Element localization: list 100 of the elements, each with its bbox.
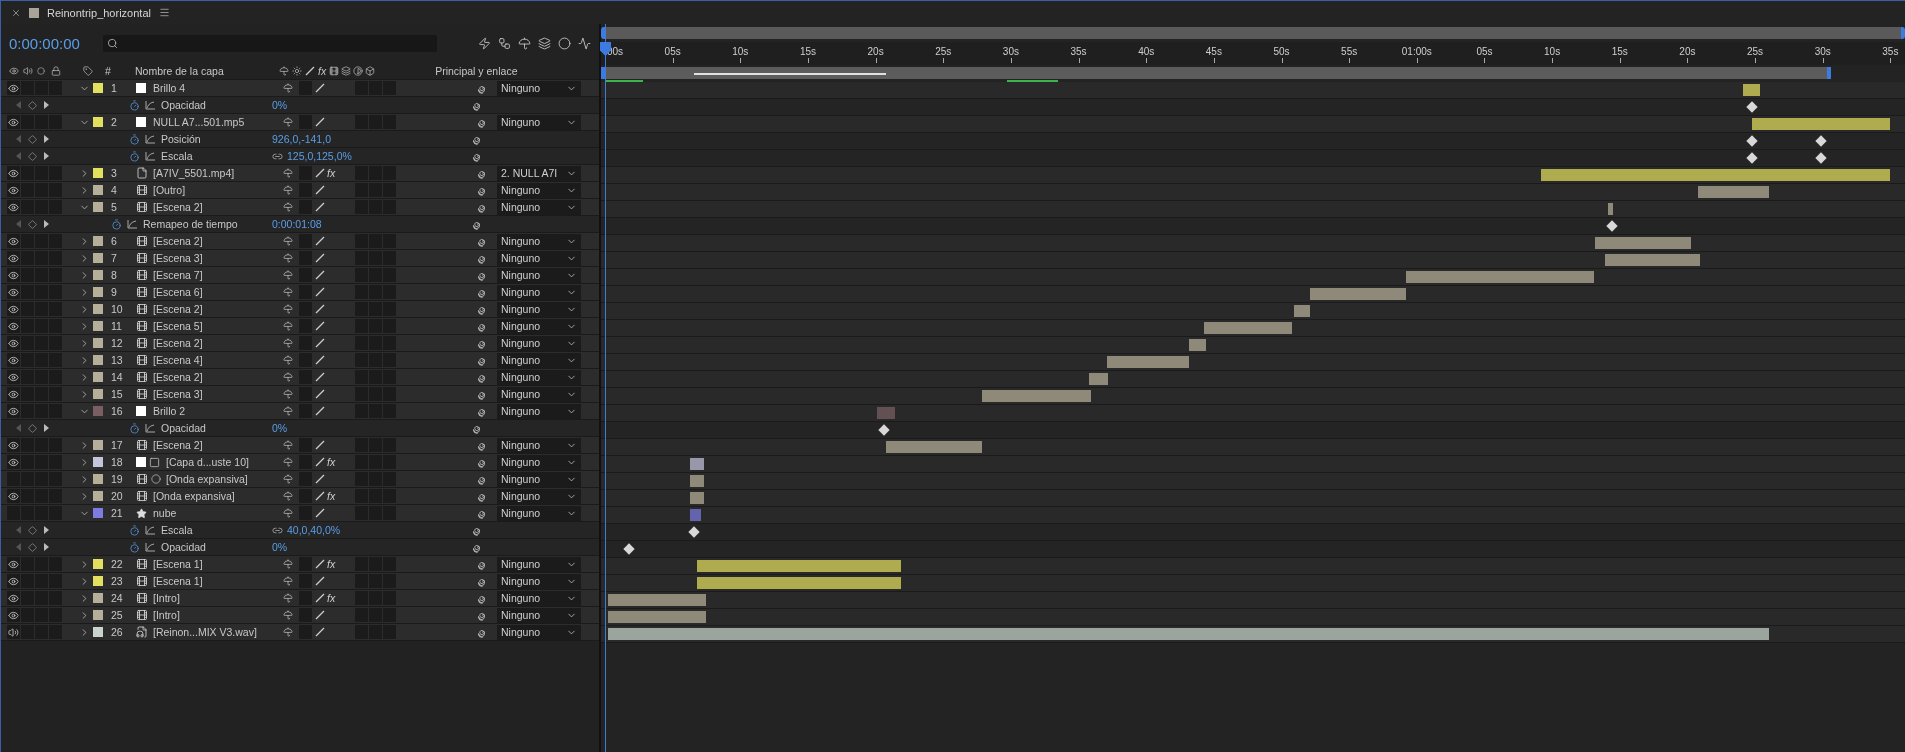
layer-name[interactable]: [Intro] [153, 592, 180, 604]
property-value[interactable]: 40,0,40,0% [287, 524, 341, 536]
layer-name[interactable]: [Onda expansiva] [153, 490, 235, 502]
visibility-toggle[interactable] [7, 404, 20, 418]
tab-title[interactable]: Reinontrip_horizontal [47, 6, 151, 19]
parent-dropdown[interactable]: Ninguno [497, 301, 581, 317]
layer-name[interactable]: [Escena 2] [153, 235, 203, 247]
visibility-toggle[interactable] [7, 115, 20, 129]
parent-dropdown[interactable]: Ninguno [497, 386, 581, 402]
label-color[interactable] [93, 185, 103, 195]
property-value-field[interactable]: 0% [272, 99, 472, 111]
layer-name[interactable]: [Intro] [153, 609, 180, 621]
visibility-toggle[interactable] [7, 489, 20, 503]
label-color[interactable] [93, 321, 103, 331]
property-value[interactable]: 125,0,125,0% [287, 150, 352, 162]
parent-dropdown[interactable]: Ninguno [497, 199, 581, 215]
parent-dropdown[interactable]: Ninguno [497, 437, 581, 453]
parent-dropdown[interactable]: Ninguno [497, 624, 581, 640]
layer-name[interactable]: [Escena 2] [153, 439, 203, 451]
layer-name[interactable]: [Escena 4] [153, 354, 203, 366]
layer-name[interactable]: [Escena 3] [153, 388, 203, 400]
effects-switch[interactable]: fx [327, 456, 336, 468]
label-color[interactable] [93, 117, 103, 127]
label-color[interactable] [93, 304, 103, 314]
label-color[interactable] [93, 508, 103, 518]
work-area-bar[interactable] [601, 67, 1831, 79]
marker-range[interactable] [694, 73, 887, 75]
label-color[interactable] [93, 236, 103, 246]
layer-name[interactable]: [Escena 1] [153, 558, 203, 570]
layer-name[interactable]: [Escena 2] [153, 303, 203, 315]
previous-keyframe-icon[interactable] [14, 526, 22, 534]
layer-name[interactable]: Brillo 2 [153, 405, 186, 417]
next-keyframe-icon[interactable] [42, 543, 50, 551]
graph-icon[interactable] [127, 219, 138, 229]
visibility-toggle[interactable] [7, 370, 20, 384]
layer-name[interactable]: [Escena 2] [153, 371, 203, 383]
label-color[interactable] [93, 491, 103, 501]
parent-dropdown[interactable]: Ninguno [497, 573, 581, 589]
parent-dropdown[interactable]: Ninguno [497, 80, 581, 96]
previous-keyframe-icon[interactable] [14, 135, 22, 143]
layer-name[interactable]: Brillo 4 [153, 82, 186, 94]
previous-keyframe-icon[interactable] [14, 152, 22, 160]
next-keyframe-icon[interactable] [42, 135, 50, 143]
visibility-toggle[interactable] [7, 251, 20, 265]
parent-dropdown[interactable]: Ninguno [497, 352, 581, 368]
visibility-toggle[interactable] [7, 353, 20, 367]
visibility-toggle[interactable] [7, 285, 20, 299]
layer-name[interactable]: [Onda expansiva] [166, 473, 248, 485]
parent-dropdown[interactable]: Ninguno [497, 233, 581, 249]
visibility-toggle[interactable] [7, 387, 20, 401]
next-keyframe-icon[interactable] [42, 526, 50, 534]
label-color[interactable] [93, 83, 103, 93]
search-field[interactable] [103, 34, 437, 52]
keyframe[interactable] [1746, 135, 1758, 147]
next-keyframe-icon[interactable] [42, 220, 50, 228]
layer-name[interactable]: [Escena 7] [153, 269, 203, 281]
label-color[interactable] [93, 389, 103, 399]
property-value-field[interactable]: 40,0,40,0% [272, 524, 472, 536]
slash-icon[interactable] [315, 117, 325, 127]
layer-name[interactable]: [Escena 3] [153, 252, 203, 264]
visibility-toggle[interactable] [7, 319, 20, 333]
previous-keyframe-icon[interactable] [14, 220, 22, 228]
property-value-field[interactable]: 0% [272, 422, 472, 434]
label-color[interactable] [93, 474, 103, 484]
keyframe[interactable] [688, 526, 700, 538]
visibility-toggle[interactable] [7, 183, 20, 197]
label-color[interactable] [93, 372, 103, 382]
visibility-toggle[interactable] [7, 166, 20, 180]
slash-icon[interactable] [315, 83, 325, 93]
property-value[interactable]: 926,0,-141,0 [272, 133, 331, 145]
label-color[interactable] [93, 627, 103, 637]
effects-switch[interactable]: fx [327, 490, 336, 502]
keyframe[interactable] [1746, 152, 1758, 164]
layer-name[interactable]: [Capa d...uste 10] [166, 456, 249, 468]
keyframe[interactable] [623, 543, 635, 555]
keyframe[interactable] [878, 424, 890, 436]
parent-dropdown[interactable]: Ninguno [497, 114, 581, 130]
layer-name[interactable]: [Escena 5] [153, 320, 203, 332]
keyframe[interactable] [1815, 135, 1827, 147]
visibility-toggle[interactable] [7, 234, 20, 248]
visibility-toggle[interactable] [7, 302, 20, 316]
parent-dropdown[interactable]: Ninguno [497, 488, 581, 504]
next-keyframe-icon[interactable] [42, 152, 50, 160]
layer-bar[interactable] [1089, 373, 1109, 385]
graph-icon[interactable] [145, 100, 156, 110]
layer-bar[interactable] [1293, 305, 1310, 317]
graph-icon[interactable] [145, 525, 156, 535]
parent-dropdown[interactable]: Ninguno [497, 556, 581, 572]
timecode[interactable]: 0:00:00:00 [9, 34, 93, 52]
label-color[interactable] [93, 593, 103, 603]
parent-dropdown[interactable]: Ninguno [497, 369, 581, 385]
layer-bar[interactable] [690, 509, 702, 521]
keyframe[interactable] [1815, 152, 1827, 164]
parent-dropdown[interactable]: Ninguno [497, 454, 581, 470]
parent-dropdown[interactable]: Ninguno [497, 335, 581, 351]
parent-dropdown[interactable]: 2. NULL A7I [497, 165, 581, 181]
property-value-field[interactable]: 125,0,125,0% [272, 150, 472, 162]
parent-dropdown[interactable]: Ninguno [497, 471, 581, 487]
layer-name[interactable]: [Escena 2] [153, 201, 203, 213]
label-color[interactable] [93, 270, 103, 280]
